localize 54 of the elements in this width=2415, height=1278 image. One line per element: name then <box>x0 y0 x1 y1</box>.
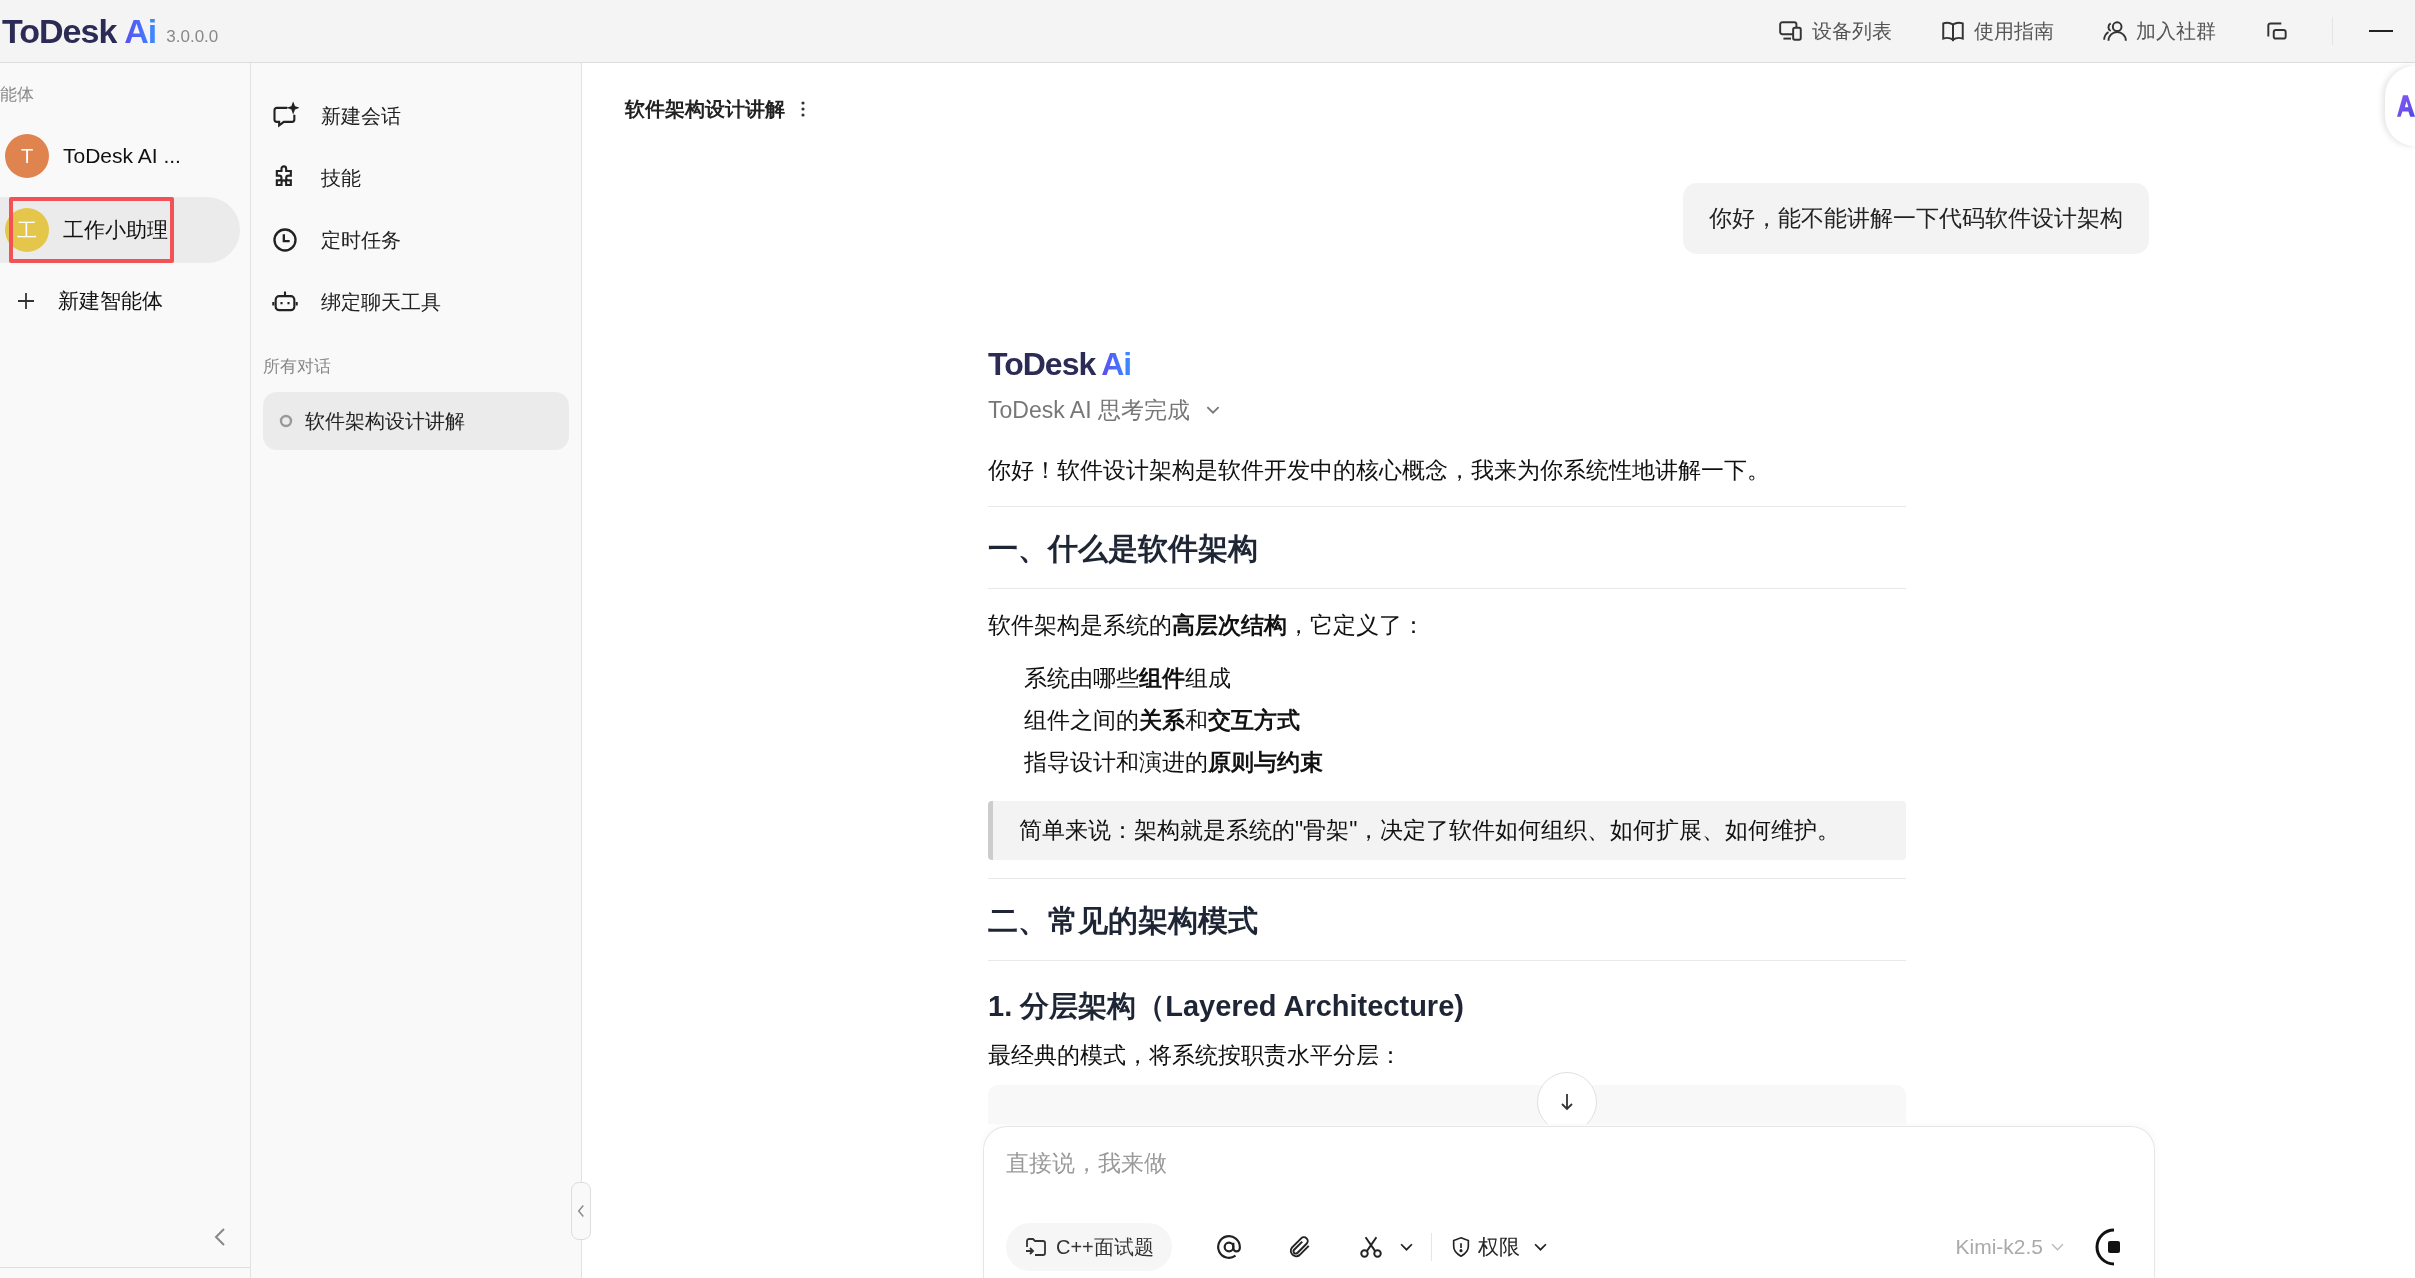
section-label: 所有对话 <box>263 356 332 378</box>
assistant-button[interactable] <box>2385 66 2415 146</box>
caret-icon <box>1205 406 1220 415</box>
mention-icon[interactable] <box>1215 1234 1242 1260</box>
top-bar-button[interactable]: 使用指南 <box>1940 17 2054 45</box>
minimize-icon[interactable] <box>2369 29 2393 33</box>
more-icon[interactable] <box>801 101 805 117</box>
scissors-icon[interactable] <box>1357 1234 1384 1260</box>
nav-item[interactable]: 定时任务 <box>263 209 569 271</box>
collapse-icon[interactable] <box>214 1227 226 1247</box>
user-message: 你好，能不能讲解一下代码软件设计架构 <box>1683 183 2149 254</box>
clock-icon <box>271 226 299 254</box>
list-item: 指导设计和演进的原则与约束 <box>1024 748 1324 777</box>
prompt-chip[interactable]: C++面试题 <box>1006 1223 1172 1271</box>
new-agent-button[interactable]: 新建智能体 <box>0 271 250 331</box>
app-logo: ToDesk Ai <box>1 11 157 51</box>
agent-item[interactable]: T ToDesk AI ... <box>0 123 240 189</box>
list-item: 组件之间的关系和交互方式 <box>1024 706 1301 735</box>
message-composer[interactable]: 直接说，我来做 C++面试题 权限 Kimi-k2.5 <box>983 1126 2155 1278</box>
collapse-handle[interactable] <box>571 1182 591 1240</box>
version-label: 3.0.0.0 <box>166 26 219 48</box>
top-bar-button[interactable]: 加入社群 <box>2102 17 2216 45</box>
caret-icon <box>2051 1242 2064 1252</box>
thinking-status[interactable]: ToDesk AI 思考完成 <box>988 395 1220 426</box>
nav-item[interactable]: 技能 <box>263 147 569 209</box>
chat-sparkle-icon <box>271 102 299 130</box>
list-item: 系统由哪些组件组成 <box>1024 664 1232 693</box>
section-heading: 一、什么是软件架构 <box>988 531 1259 567</box>
folder-arrow-icon <box>1024 1235 1048 1259</box>
permission-button[interactable]: 权限 <box>1449 1233 1547 1261</box>
agent-item[interactable]: 工 工作小助理 <box>0 197 240 263</box>
reply-paragraph: 最经典的模式，将系统按职责水平分层： <box>988 1041 1403 1070</box>
quote-block: 简单来说：架构就是系统的"骨架"，决定了软件如何组织、如何扩展、如何维护。 <box>988 801 1906 860</box>
status-ring-icon <box>279 414 293 428</box>
nav-item[interactable]: 绑定聊天工具 <box>263 271 569 333</box>
agent-avatar: 工 <box>5 208 49 252</box>
arrow-down-icon <box>1559 1092 1575 1112</box>
subsection-heading: 1. 分层架构（Layered Architecture) <box>988 989 1465 1024</box>
devices-icon <box>1778 18 1804 44</box>
agent-avatar: T <box>5 134 49 178</box>
assistant-logo: ToDesk Ai <box>988 346 1133 383</box>
section-heading: 二、常见的架构模式 <box>988 903 1259 939</box>
reply-paragraph: 你好！软件设计架构是软件开发中的核心概念，我来为你系统性地讲解一下。 <box>988 456 1771 485</box>
reply-paragraph: 软件架构是系统的高层次结构，它定义了： <box>988 611 1426 640</box>
top-bar-button[interactable]: 设备列表 <box>1778 17 1892 45</box>
nav-item[interactable]: 新建会话 <box>263 85 569 147</box>
people-icon <box>2102 18 2128 44</box>
conversation-item[interactable]: 软件架构设计讲解 <box>263 392 569 450</box>
plus-icon <box>16 291 36 311</box>
section-label: 能体 <box>0 84 35 106</box>
caret-icon <box>1533 1242 1547 1252</box>
chat-title: 软件架构设计讲解 <box>625 96 785 122</box>
chevron-left-icon <box>577 1204 585 1218</box>
caret-icon[interactable] <box>1399 1242 1413 1252</box>
